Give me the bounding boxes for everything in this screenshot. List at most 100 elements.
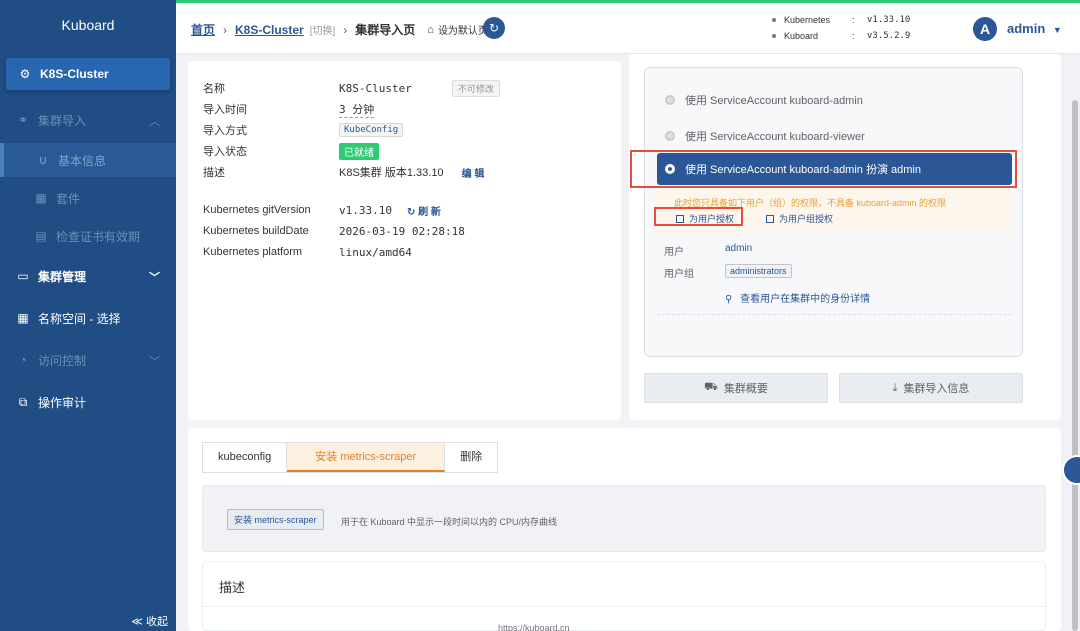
edit-button[interactable]: 编 辑 bbox=[462, 165, 485, 180]
chevron-right-icon: › bbox=[343, 22, 348, 37]
user-label: 用户 bbox=[664, 247, 684, 258]
sidebar-item-basic-info[interactable]: ∪ 基本信息 bbox=[0, 143, 176, 177]
tab-delete[interactable]: 删除 bbox=[445, 443, 497, 472]
cluster-info-card: 名称 K8S-Cluster 不可修改 导入时间 3 分钟 导入方式 KubeC… bbox=[188, 61, 621, 420]
tab-kubeconfig[interactable]: kubeconfig bbox=[203, 443, 288, 472]
suite-tabs: kubeconfig 安装 metrics-scraper 删除 bbox=[202, 442, 499, 473]
sidebar-item-label: 名称空间 - 选择 bbox=[38, 311, 121, 326]
button-label: 集群概要 bbox=[723, 383, 768, 395]
info-row-name: 名称 K8S-Cluster 不可修改 bbox=[203, 79, 500, 97]
grid-icon: ▦ bbox=[35, 191, 47, 205]
cluster-import-info-button[interactable]: ⤓ 集群导入信息 bbox=[839, 373, 1023, 403]
cluster-overview-button[interactable]: ⛟ 集群概要 bbox=[644, 373, 828, 403]
info-label: 描述 bbox=[203, 167, 225, 179]
version-name: Kuboard bbox=[784, 31, 819, 41]
refresh-icon: ↻ bbox=[488, 21, 500, 35]
info-label: 导入时间 bbox=[203, 104, 247, 116]
tab-install-metrics[interactable]: 安装 metrics-scraper bbox=[287, 443, 446, 472]
breadcrumb-current: 集群导入页 bbox=[355, 23, 416, 37]
chat-icon[interactable] bbox=[1062, 455, 1080, 485]
caret-down-icon: ▼ bbox=[1052, 25, 1062, 35]
radio-label: 使用 ServiceAccount kuboard-admin bbox=[685, 95, 863, 107]
grant-group-label: 为用户组授权 bbox=[779, 214, 834, 224]
link-icon: ⚭ bbox=[17, 113, 29, 127]
info-row-git-version: Kubernetes gitVersion v1.33.10 ↻ 刷 新 bbox=[203, 202, 441, 218]
app-logo: Kuboard bbox=[61, 17, 115, 33]
info-value: 3 分钟 bbox=[339, 102, 375, 118]
scrollbar[interactable] bbox=[1072, 100, 1078, 631]
download-icon: ⤓ bbox=[892, 381, 898, 394]
cart-icon: ⛟ bbox=[704, 381, 718, 393]
switch-cluster-link[interactable]: [切换] bbox=[310, 22, 336, 37]
sidebar-item-label: 基本信息 bbox=[58, 153, 107, 168]
radio-icon bbox=[665, 95, 675, 105]
info-value: K8S集群 版本1.33.10 bbox=[339, 167, 444, 179]
version-name: Kubernetes bbox=[784, 15, 831, 25]
install-description: 用于在 Kuboard 中显示一段时间以内的 CPU/内存曲线 bbox=[341, 517, 558, 527]
info-value: K8S-Cluster bbox=[339, 81, 412, 95]
highlight-box bbox=[654, 207, 743, 226]
user-icon: ⚲ bbox=[725, 294, 733, 305]
certificate-icon: ▤ bbox=[35, 229, 47, 243]
breadcrumb: 首页 › K8S-Cluster [切换] › 集群导入页 ⌂ 设为默认页 bbox=[191, 21, 488, 38]
window-icon: ▭ bbox=[17, 269, 29, 283]
sidebar-item-label: 套件 bbox=[56, 191, 81, 206]
sidebar-collapse-button[interactable]: ≪ 收起 bbox=[131, 613, 168, 629]
info-row-desc: 描述 K8S集群 版本1.33.10 编 辑 bbox=[203, 164, 484, 180]
version-kubernetes: Kubernetes : v1.33.10 bbox=[772, 15, 910, 25]
breadcrumb-cluster[interactable]: K8S-Cluster bbox=[235, 23, 304, 37]
refresh-version-button[interactable]: ↻ 刷 新 bbox=[407, 203, 441, 218]
divider bbox=[203, 606, 1045, 607]
sidebar-item-cluster-manage[interactable]: ▭ 集群管理 ﹀ bbox=[0, 259, 176, 293]
sidebar-cluster-label: K8S-Cluster bbox=[40, 67, 109, 81]
footer-url[interactable]: https://kuboard.cn bbox=[498, 623, 570, 631]
refresh-button[interactable]: ↻ bbox=[483, 17, 505, 39]
chevron-down-icon: ﹀ bbox=[149, 356, 160, 368]
grant-group-button[interactable]: 为用户组授权 bbox=[766, 212, 833, 225]
status-badge: 已就绪 bbox=[339, 142, 379, 160]
sidebar-item-namespace[interactable]: ▦ 名称空间 - 选择 bbox=[0, 301, 176, 335]
radio-kuboard-viewer[interactable]: 使用 ServiceAccount kuboard-viewer bbox=[665, 128, 865, 144]
refresh-label: 刷 新 bbox=[418, 206, 441, 218]
sidebar-item-label: 检查证书有效期 bbox=[56, 229, 141, 244]
lock-icon: ◔ bbox=[19, 353, 27, 367]
sidebar-item-label: 集群导入 bbox=[38, 113, 87, 128]
sidebar-item-cluster-import[interactable]: ⚭ 集群导入 ︿ bbox=[0, 103, 176, 137]
sidebar-item-audit[interactable]: ⧉ 操作审计 bbox=[0, 385, 176, 419]
info-label: Kubernetes gitVersion bbox=[203, 204, 311, 216]
chevron-down-icon: ﹀ bbox=[149, 272, 160, 284]
version-colon: : bbox=[852, 31, 855, 41]
version-kuboard: Kuboard : v3.5.2.9 bbox=[772, 31, 910, 41]
chevron-up-icon: ︿ bbox=[149, 116, 160, 128]
user-menu[interactable]: admin ▼ bbox=[1007, 21, 1062, 36]
sidebar-item-access-control[interactable]: ◔ 访问控制 ﹀ bbox=[0, 343, 176, 377]
user-name: admin bbox=[1007, 21, 1046, 36]
sidebar-item-suite[interactable]: ▦ 套件 bbox=[0, 181, 176, 215]
radio-kuboard-admin[interactable]: 使用 ServiceAccount kuboard-admin bbox=[665, 92, 863, 108]
gear-icon: ⚙ bbox=[19, 67, 31, 81]
set-default-label: 设为默认页 bbox=[437, 26, 488, 37]
set-default-page-button[interactable]: ⌂ 设为默认页 bbox=[427, 22, 488, 38]
info-label: 导入状态 bbox=[203, 146, 247, 158]
avatar[interactable]: A bbox=[973, 17, 997, 41]
breadcrumb-home[interactable]: 首页 bbox=[191, 21, 215, 38]
info-row-build-date: Kubernetes buildDate 2026-03-19 02:28:18 bbox=[203, 223, 465, 239]
bullet-icon bbox=[772, 34, 776, 38]
info-row-status: 导入状态 已就绪 bbox=[203, 142, 379, 160]
info-label: Kubernetes platform bbox=[203, 246, 303, 258]
sidebar: Kuboard ⚙ K8S-Cluster ⚭ 集群导入 ︿ ∪ 基本信息 ▦ … bbox=[0, 0, 176, 631]
sidebar-item-label: 操作审计 bbox=[38, 395, 87, 410]
magnet-icon: ∪ bbox=[38, 153, 48, 167]
info-row-method: 导入方式 KubeConfig bbox=[203, 122, 404, 138]
method-tag: KubeConfig bbox=[339, 123, 404, 137]
sidebar-cluster-selector[interactable]: ⚙ K8S-Cluster bbox=[6, 58, 170, 90]
group-label: 用户组 bbox=[664, 269, 694, 280]
identity-detail-link[interactable]: ⚲ 查看用户在集群中的身份详情 bbox=[725, 290, 870, 305]
chevron-right-icon: › bbox=[223, 22, 228, 37]
install-metrics-button[interactable]: 安装 metrics-scraper bbox=[227, 509, 324, 530]
version-value: v3.5.2.9 bbox=[867, 31, 911, 41]
description-title: 描述 bbox=[219, 580, 246, 595]
info-label: 名称 bbox=[203, 83, 225, 95]
info-row-platform: Kubernetes platform linux/amd64 bbox=[203, 244, 412, 260]
sidebar-item-check-cert[interactable]: ▤ 检查证书有效期 bbox=[0, 219, 176, 253]
